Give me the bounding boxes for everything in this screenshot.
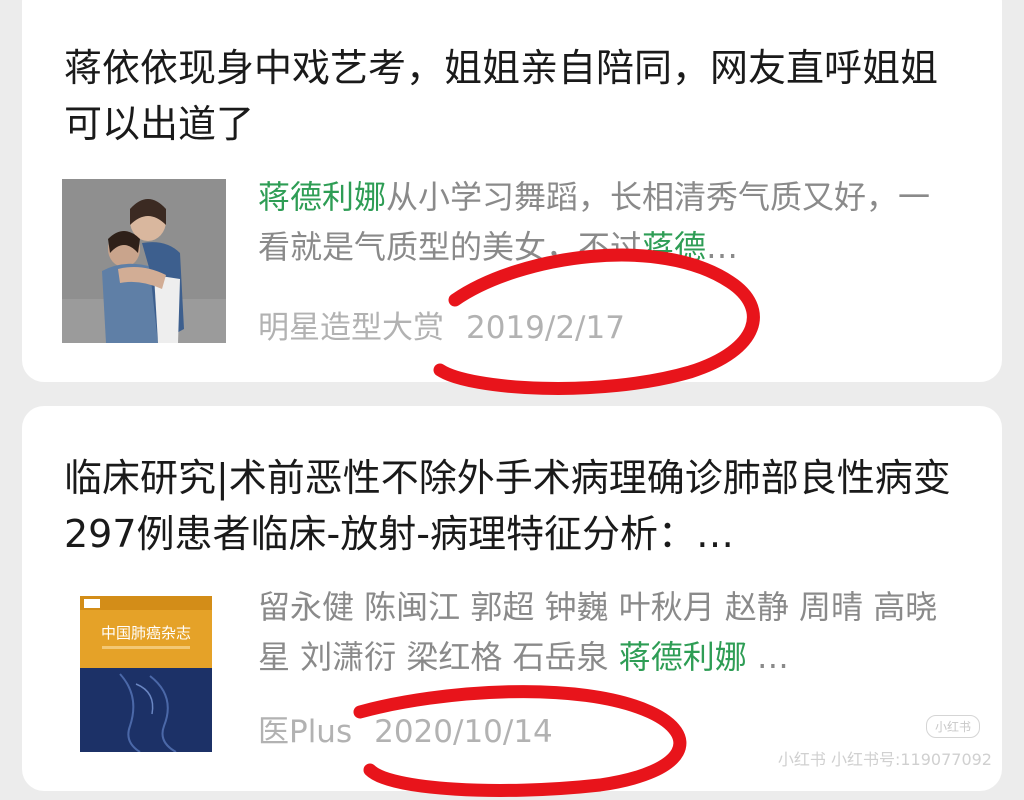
result-meta: 医Plus 2020/10/14 (258, 706, 553, 751)
result-date: 2020/10/14 (374, 714, 553, 750)
result-thumbnail[interactable]: 中国肺癌杂志 (80, 596, 212, 752)
ellipsis: … (746, 638, 789, 676)
keyword-highlight: 蒋德利娜 (618, 638, 747, 676)
result-source: 医Plus (258, 714, 353, 750)
watermark: 小红书 小红书号:119077092 (777, 750, 992, 769)
result-title[interactable]: 蒋依依现身中戏艺考，姐姐亲自陪同，网友直呼姐姐可以出道了 (64, 40, 962, 152)
ellipsis: … (706, 228, 739, 266)
result-title[interactable]: 临床研究|术前恶性不除外手术病理确诊肺部良性病变297例患者临床-放射-病理特征… (64, 450, 962, 562)
keyword-highlight: 蒋德 (642, 228, 707, 266)
search-result-card[interactable]: 临床研究|术前恶性不除外手术病理确诊肺部良性病变297例患者临床-放射-病理特征… (22, 406, 1002, 791)
photo-thumbnail (62, 179, 226, 343)
result-thumbnail[interactable] (62, 179, 226, 343)
result-source: 明星造型大赏 (258, 310, 444, 346)
search-result-card[interactable]: 蒋依依现身中戏艺考，姐姐亲自陪同，网友直呼姐姐可以出道了 蒋德利娜从小学习舞蹈，… (22, 0, 1002, 382)
result-date: 2019/2/17 (466, 310, 625, 346)
author-list: 留永健 陈闽江 郭超 钟巍 叶秋月 赵静 周晴 高晓星 刘潇衍 梁红格 石岳泉 (258, 588, 938, 676)
result-meta: 明星造型大赏 2019/2/17 (258, 302, 625, 347)
cover-title: 中国肺癌杂志 (101, 624, 191, 642)
keyword-highlight: 蒋德利娜 (258, 178, 387, 216)
journal-cover: 中国肺癌杂志 (80, 596, 212, 752)
result-snippet: 蒋德利娜从小学习舞蹈，长相清秀气质又好，一看就是气质型的美女，不过蒋德… (258, 172, 962, 272)
watermark-badge: 小红书 (925, 715, 980, 738)
result-snippet: 留永健 陈闽江 郭超 钟巍 叶秋月 赵静 周晴 高晓星 刘潇衍 梁红格 石岳泉 … (258, 582, 962, 682)
